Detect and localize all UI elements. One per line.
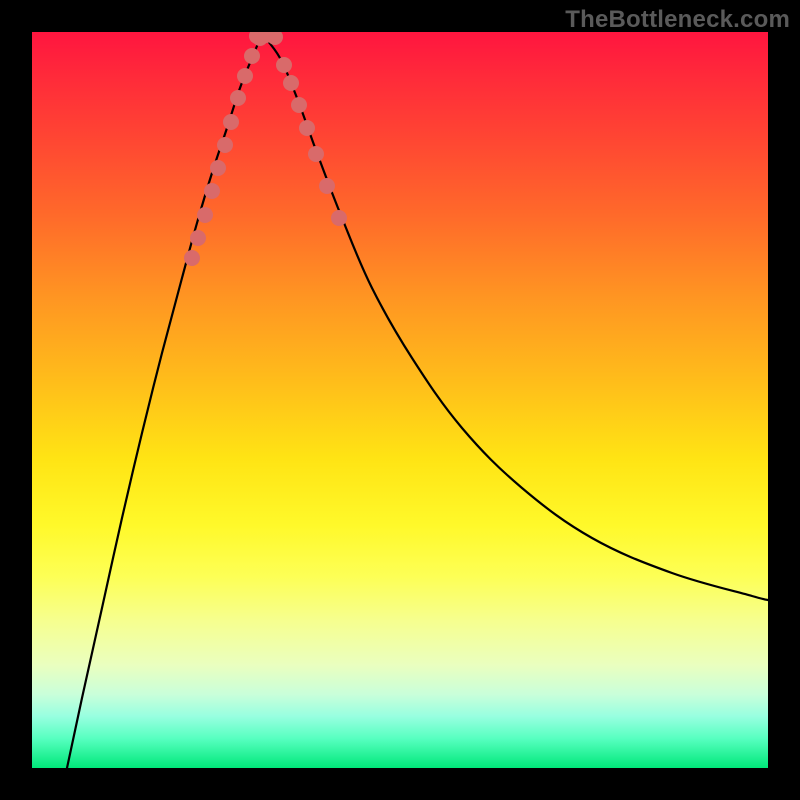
watermark-label: TheBottleneck.com	[565, 6, 790, 34]
curve-right-branch	[262, 34, 768, 600]
data-dot	[283, 75, 299, 91]
data-dot	[204, 183, 220, 199]
data-dot	[237, 68, 253, 84]
data-dot	[184, 250, 200, 266]
data-dot	[331, 210, 347, 226]
data-dot	[210, 160, 226, 176]
data-dot	[308, 146, 324, 162]
scatter-dots	[184, 32, 347, 266]
data-dot	[319, 178, 335, 194]
data-dot	[190, 230, 206, 246]
data-dot	[197, 207, 213, 223]
curve-layer	[32, 32, 768, 768]
data-dot	[223, 114, 239, 130]
data-dot	[244, 48, 260, 64]
data-dot	[291, 97, 307, 113]
data-dot	[217, 137, 233, 153]
data-dot	[230, 90, 246, 106]
plot-area	[32, 32, 768, 768]
chart-frame: TheBottleneck.com	[0, 0, 800, 800]
data-dot	[299, 120, 315, 136]
data-dot	[276, 57, 292, 73]
